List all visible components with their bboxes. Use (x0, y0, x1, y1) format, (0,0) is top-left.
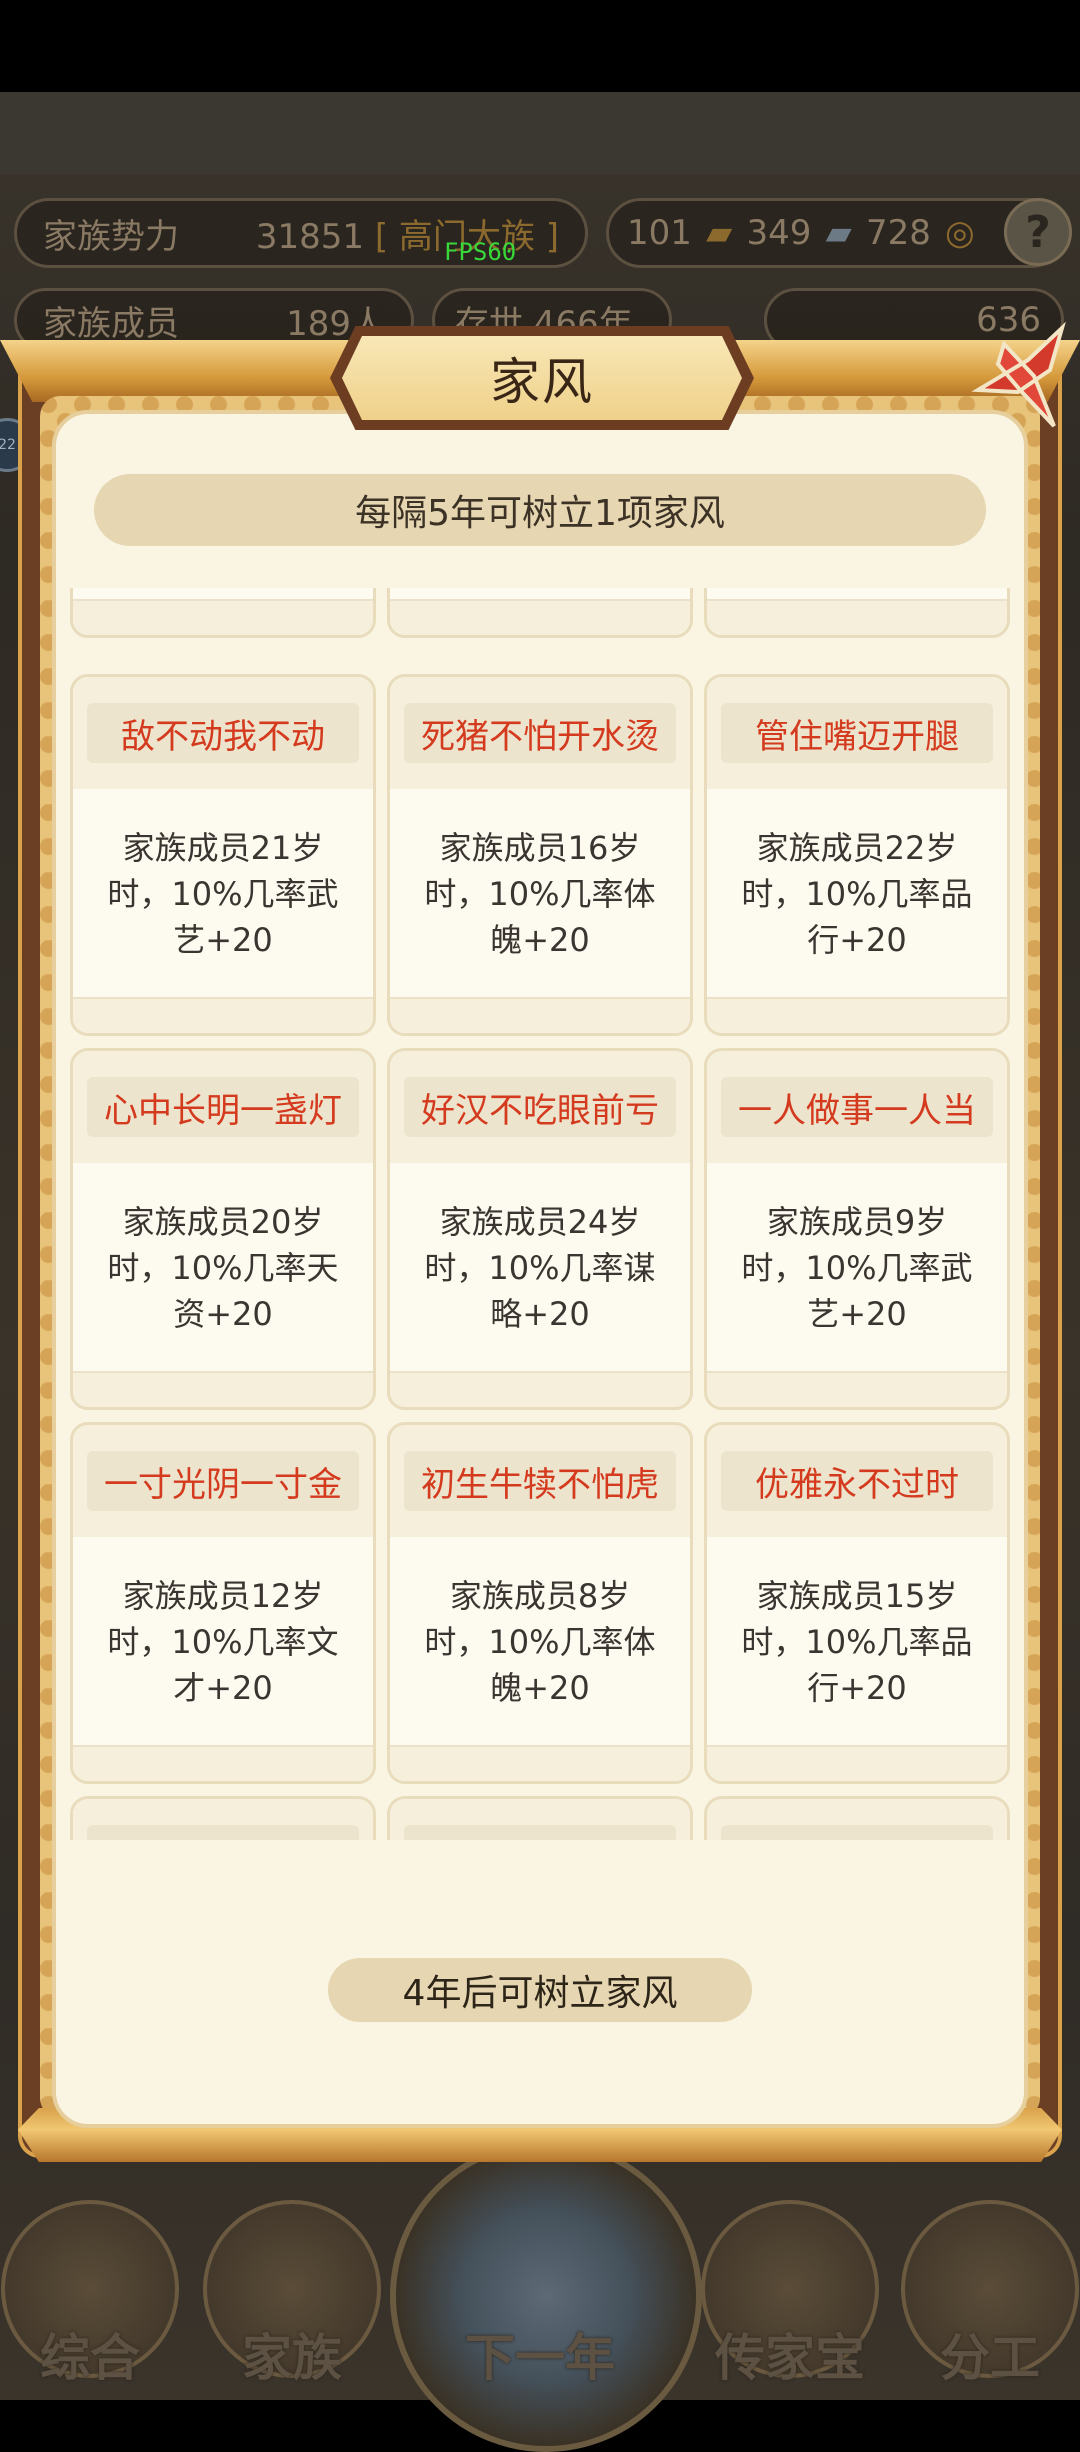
motto-desc: 家族成员24岁时，10%几率谋略+20 (424, 1203, 656, 1333)
gold-bar-icon: ▰ (706, 213, 733, 253)
motto-title: 优雅永不过时 (721, 1451, 993, 1511)
motto-title (721, 1825, 993, 1840)
motto-title (87, 1825, 359, 1840)
motto-desc: 家族成员20岁时，10%几率天资+20 (107, 1203, 339, 1333)
motto-card[interactable] (387, 588, 693, 638)
motto-card[interactable] (70, 1796, 376, 1840)
motto-desc: 家族成员22岁时，10%几率品行+20 (741, 829, 973, 959)
motto-title: 初生牛犊不怕虎 (404, 1451, 676, 1511)
motto-card[interactable]: 管住嘴迈开腿 家族成员22岁时，10%几率品行+20 (704, 674, 1010, 1036)
motto-card[interactable]: 死猪不怕开水烫 家族成员16岁时，10%几率体魄+20 (387, 674, 693, 1036)
clan-motto-list[interactable]: 敌不动我不动 家族成员21岁时，10%几率武艺+20 死猪不怕开水烫 家族成员1… (66, 588, 1016, 1840)
nav-clan-label: 家族 (242, 2329, 342, 2387)
nav-division-label: 分工 (940, 2329, 1040, 2387)
clan-power-value: 31851 (255, 216, 365, 257)
coin-icon: ◎ (945, 213, 975, 253)
motto-card[interactable]: 心中长明一盏灯 家族成员20岁时，10%几率天资+20 (70, 1048, 376, 1410)
nav-clan[interactable]: 家族 (202, 2180, 382, 2400)
title-plaque: 家风 (342, 336, 742, 420)
cooldown-text: 4年后可树立家风 (402, 1973, 678, 2014)
nav-general[interactable]: 综合 (0, 2180, 180, 2400)
motto-title: 心中长明一盏灯 (87, 1077, 359, 1137)
members-label: 家族成员 (43, 303, 179, 344)
status-bar (0, 0, 1080, 92)
nav-heirloom-label: 传家宝 (715, 2329, 865, 2387)
motto-title: 一人做事一人当 (721, 1077, 993, 1137)
motto-card[interactable]: 初生牛犊不怕虎 家族成员8岁时，10%几率体魄+20 (387, 1422, 693, 1784)
motto-card[interactable]: 敌不动我不动 家族成员21岁时，10%几率武艺+20 (70, 674, 376, 1036)
nav-division[interactable]: 分工 (900, 2180, 1080, 2400)
motto-card[interactable]: 优雅永不过时 家族成员15岁时，10%几率品行+20 (704, 1422, 1010, 1784)
top-band (0, 92, 1080, 174)
motto-card[interactable] (704, 1796, 1010, 1840)
cooldown-status: 4年后可树立家风 (328, 1958, 752, 2022)
motto-title: 好汉不吃眼前亏 (404, 1077, 676, 1137)
motto-desc: 家族成员9岁时，10%几率武艺+20 (741, 1203, 973, 1333)
nav-next-year-label: 下一年 (465, 2329, 615, 2387)
motto-desc: 家族成员15岁时，10%几率品行+20 (741, 1577, 973, 1707)
motto-title: 死猪不怕开水烫 (404, 703, 676, 763)
motto-card[interactable]: 一寸光阴一寸金 家族成员12岁时，10%几率文才+20 (70, 1422, 376, 1784)
nav-general-label: 综合 (40, 2329, 140, 2387)
info-text: 每隔5年可树立1项家风 (355, 493, 725, 534)
clan-power-label: 家族势力 (43, 216, 179, 257)
motto-title (404, 1825, 676, 1840)
motto-card[interactable] (704, 588, 1010, 638)
wood-value: 101 (627, 213, 692, 253)
motto-desc: 家族成员12岁时，10%几率文才+20 (107, 1577, 339, 1707)
motto-card[interactable]: 好汉不吃眼前亏 家族成员24岁时，10%几率谋略+20 (387, 1048, 693, 1410)
motto-desc: 家族成员16岁时，10%几率体魄+20 (424, 829, 656, 959)
info-banner: 每隔5年可树立1项家风 (94, 474, 986, 546)
nav-next-year[interactable]: 下一年 (450, 2180, 630, 2400)
motto-card[interactable] (70, 588, 376, 638)
motto-title: 一寸光阴一寸金 (87, 1451, 359, 1511)
close-icon[interactable] (958, 320, 1074, 436)
motto-desc: 家族成员8岁时，10%几率体魄+20 (424, 1577, 656, 1707)
motto-title: 管住嘴迈开腿 (721, 703, 993, 763)
nav-heirloom[interactable]: 传家宝 (700, 2180, 880, 2400)
motto-title: 敌不动我不动 (87, 703, 359, 763)
fps-counter: FPS60 (444, 238, 517, 266)
dialog-title: 家风 (490, 353, 594, 411)
iron-value: 349 (746, 213, 812, 253)
help-button[interactable]: ? (1004, 198, 1072, 266)
motto-card[interactable] (387, 1796, 693, 1840)
silver-bar-icon: ▰ (825, 213, 852, 253)
resources-panel: 101 ▰ 349 ▰ 728 ◎ (606, 198, 1066, 268)
motto-desc: 家族成员21岁时，10%几率武艺+20 (107, 829, 339, 959)
coin-value: 728 (865, 213, 931, 253)
motto-card[interactable]: 一人做事一人当 家族成员9岁时，10%几率武艺+20 (704, 1048, 1010, 1410)
